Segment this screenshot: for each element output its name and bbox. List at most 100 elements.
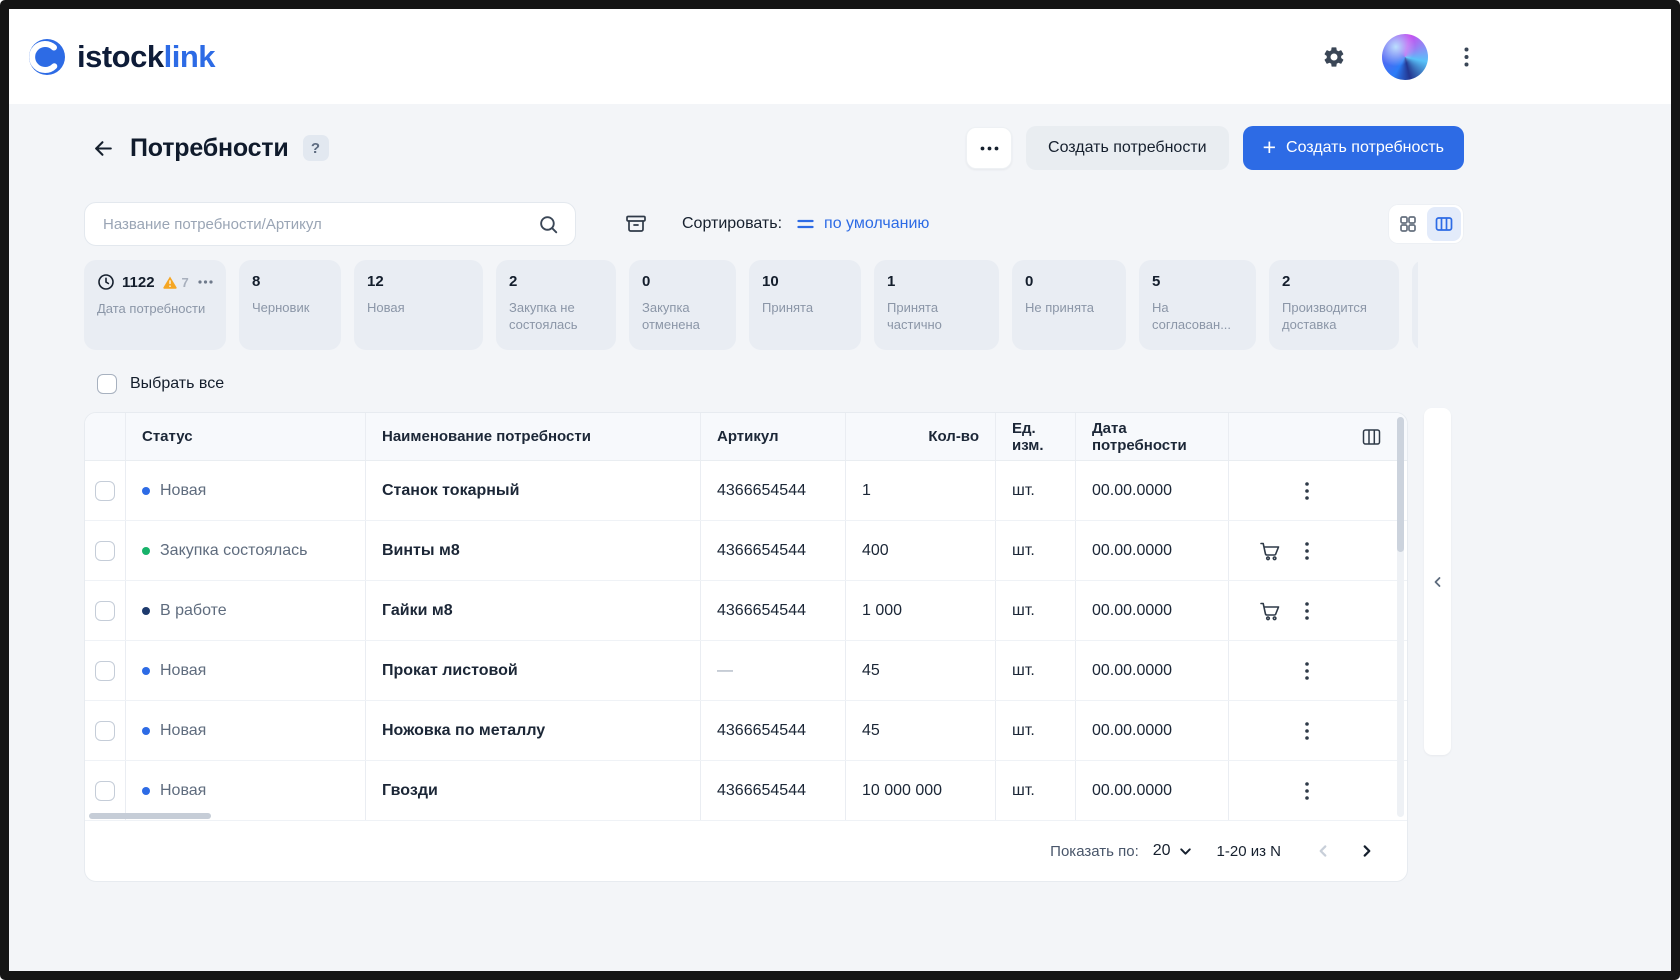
table-row[interactable]: Закупка состоялась Винты м8 4366654544 4… <box>85 521 1407 581</box>
chip-count: 1122 <box>122 273 155 291</box>
filter-chip-delivery[interactable]: 2 Производится доставка <box>1269 260 1399 350</box>
status-dot <box>142 726 150 735</box>
table-row[interactable]: Новая Прокат листовой — 45 шт. 00.00.000… <box>85 641 1407 701</box>
help-button[interactable]: ? <box>302 135 329 161</box>
status-text: Новая <box>160 721 207 739</box>
need-unit: шт. <box>995 461 1075 520</box>
table-row[interactable]: Новая Станок токарный 4366654544 1 шт. 0… <box>85 461 1407 521</box>
row-checkbox[interactable] <box>95 780 115 801</box>
create-need-button[interactable]: + Создать потребность <box>1242 126 1464 170</box>
search-box <box>84 202 576 246</box>
create-needs-button[interactable]: Создать потребности <box>1026 126 1229 170</box>
view-toggle <box>1388 204 1464 244</box>
row-checkbox[interactable] <box>95 540 115 561</box>
row-menu-button[interactable] <box>1303 720 1311 742</box>
cart-button[interactable] <box>1257 539 1283 563</box>
chip-count: 5 <box>1152 273 1161 290</box>
main-content: Потребности ? Создать потребности + Созд… <box>9 104 1671 882</box>
cart-button[interactable] <box>1257 599 1283 623</box>
row-menu-button[interactable] <box>1303 480 1311 502</box>
need-unit: шт. <box>995 521 1075 580</box>
page-size-label: Показать по: <box>1050 842 1139 860</box>
table-view-button[interactable] <box>1427 207 1461 241</box>
status-text: Новая <box>160 661 207 679</box>
column-header-date: Дата потребности <box>1075 413 1228 460</box>
filter-chip-purchase-failed[interactable]: 2 Закупка не состоялась <box>496 260 616 350</box>
sort-default-link[interactable]: по умолчанию <box>796 215 929 233</box>
filter-chip-new[interactable]: 12 Новая <box>354 260 483 350</box>
row-checkbox[interactable] <box>95 660 115 681</box>
prev-page-button[interactable] <box>1307 835 1339 867</box>
need-qty: 45 <box>845 641 995 700</box>
need-name: Прокат листовой <box>365 641 700 700</box>
chip-count: 0 <box>642 273 651 290</box>
topbar-menu-button[interactable] <box>1460 43 1473 71</box>
chip-count: 12 <box>367 273 384 290</box>
chip-menu-button[interactable] <box>198 280 213 284</box>
grid-view-button[interactable] <box>1391 207 1425 241</box>
page-more-button[interactable] <box>966 127 1013 169</box>
next-page-button[interactable] <box>1351 835 1383 867</box>
avatar[interactable] <box>1382 33 1428 80</box>
chip-count: 0 <box>1025 273 1034 290</box>
select-all[interactable]: Выбрать все <box>97 374 224 394</box>
vertical-scrollbar[interactable] <box>1397 417 1404 817</box>
settings-button[interactable] <box>1318 41 1350 73</box>
column-settings-button[interactable] <box>1228 413 1407 460</box>
page-size-select[interactable]: 20 <box>1153 842 1193 860</box>
chip-label: Новая <box>367 300 405 315</box>
filter-chip-accepted[interactable]: 10 Принята <box>749 260 861 350</box>
table-row[interactable]: Новая Гвозди 4366654544 10 000 000 шт. 0… <box>85 761 1407 821</box>
status-dot <box>142 486 150 495</box>
filter-chip-on-approval[interactable]: 5 На согласован... <box>1139 260 1256 350</box>
brand-logo[interactable]: istocklink <box>27 37 216 77</box>
search-input[interactable] <box>103 215 538 233</box>
row-menu-button[interactable] <box>1303 660 1311 682</box>
status-text: Новая <box>160 781 207 799</box>
top-bar: istocklink <box>9 9 1671 104</box>
need-sku: 4366654544 <box>700 521 845 580</box>
archive-button[interactable] <box>616 204 656 244</box>
status-dot <box>142 786 150 795</box>
chip-count: 2 <box>509 273 518 290</box>
vertical-scrollbar-thumb[interactable] <box>1397 417 1404 552</box>
back-button[interactable] <box>84 129 122 167</box>
row-menu-button[interactable] <box>1303 600 1311 622</box>
collapse-panel-button[interactable] <box>1424 408 1451 755</box>
need-qty: 10 000 000 <box>845 761 995 820</box>
filter-chip-date[interactable]: 1122 7 Дата потребности <box>84 260 226 350</box>
filter-chip-accepted-partially[interactable]: 1 Принята частично <box>874 260 999 350</box>
status-text: Закупка состоялась <box>160 541 308 559</box>
column-header-unit: Ед. изм. <box>995 413 1075 460</box>
need-qty: 45 <box>845 701 995 760</box>
filter-chip-partial[interactable] <box>1412 260 1418 350</box>
columns-icon <box>1362 428 1381 446</box>
column-header-status: Статус <box>125 413 365 460</box>
filter-chip-draft[interactable]: 8 Черновик <box>239 260 341 350</box>
select-all-checkbox[interactable] <box>97 374 117 394</box>
table-row[interactable]: В работе Гайки м8 4366654544 1 000 шт. 0… <box>85 581 1407 641</box>
table-row[interactable]: Новая Ножовка по металлу 4366654544 45 ш… <box>85 701 1407 761</box>
need-name: Гвозди <box>365 761 700 820</box>
status-filter-chips: 1122 7 Дата потребности 8 Черновик 12 Но… <box>84 260 1418 350</box>
chip-label: Черновик <box>252 300 310 315</box>
row-menu-button[interactable] <box>1303 540 1311 562</box>
row-menu-button[interactable] <box>1303 780 1311 802</box>
page-header: Потребности ? Создать потребности + Созд… <box>84 124 1464 172</box>
pagination-range: 1-20 из N <box>1216 842 1281 860</box>
archive-icon <box>624 212 648 236</box>
filter-chip-not-accepted[interactable]: 0 Не принята <box>1012 260 1126 350</box>
table-view-icon <box>1434 214 1454 234</box>
row-checkbox[interactable] <box>95 480 115 501</box>
chip-label: Закупка отменена <box>642 300 700 333</box>
chevron-down-icon <box>1178 844 1193 859</box>
need-date: 00.00.0000 <box>1075 461 1228 520</box>
chip-label: Не принята <box>1025 300 1095 315</box>
chip-warning-count: 7 <box>181 274 189 290</box>
plus-icon: + <box>1262 133 1277 160</box>
row-checkbox[interactable] <box>95 600 115 621</box>
horizontal-scrollbar[interactable] <box>89 813 211 819</box>
need-sku: 4366654544 <box>700 581 845 640</box>
row-checkbox[interactable] <box>95 720 115 741</box>
filter-chip-purchase-cancelled[interactable]: 0 Закупка отменена <box>629 260 736 350</box>
